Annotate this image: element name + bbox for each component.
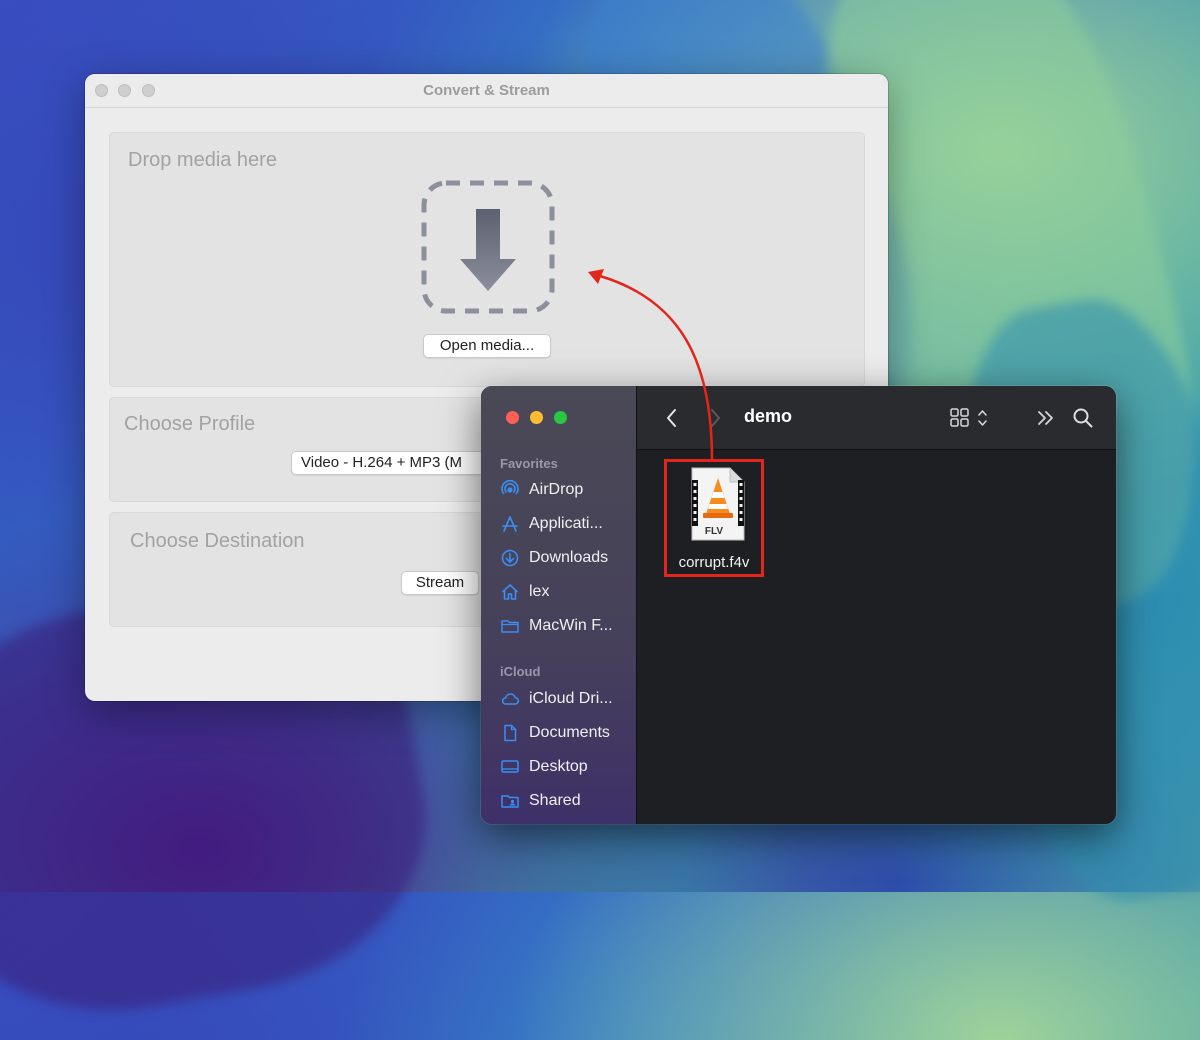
home-icon bbox=[500, 582, 520, 602]
chevron-right-icon bbox=[711, 409, 720, 427]
finder-sidebar: Favorites AirDrop Applicati... Downloads… bbox=[481, 386, 637, 824]
downloads-icon bbox=[500, 548, 520, 568]
airdrop-icon bbox=[500, 480, 520, 500]
title-bar: Convert & Stream bbox=[85, 74, 888, 108]
forward-button[interactable] bbox=[705, 406, 725, 430]
back-button[interactable] bbox=[662, 406, 682, 430]
sidebar-item-label: MacWin F... bbox=[529, 617, 613, 634]
search-icon bbox=[1073, 408, 1093, 428]
sidebar-item-lex[interactable]: lex bbox=[500, 579, 630, 605]
file-type-badge: FLV bbox=[704, 526, 724, 537]
sidebar-item-label: lex bbox=[529, 583, 550, 600]
sidebar-item-documents[interactable]: Documents bbox=[500, 720, 630, 746]
search-button[interactable] bbox=[1069, 404, 1097, 432]
open-media-button[interactable]: Open media... bbox=[423, 334, 551, 358]
sidebar-item-label: Desktop bbox=[529, 758, 588, 775]
sidebar-item-label: Documents bbox=[529, 724, 610, 741]
zoom-button[interactable] bbox=[554, 411, 567, 424]
close-button[interactable] bbox=[506, 411, 519, 424]
finder-window: Favorites AirDrop Applicati... Downloads… bbox=[481, 386, 1116, 824]
destination-panel-title: Choose Destination bbox=[130, 530, 305, 552]
sidebar-item-label: AirDrop bbox=[529, 481, 584, 498]
document-icon bbox=[500, 723, 520, 743]
sidebar-item-airdrop[interactable]: AirDrop bbox=[500, 477, 630, 503]
applications-icon bbox=[500, 514, 520, 534]
sidebar-item-label: Applicati... bbox=[529, 515, 603, 532]
file-item-corrupt-f4v[interactable]: FLV corrupt.f4v bbox=[664, 459, 764, 577]
drop-media-panel[interactable]: Drop media here Open media... bbox=[109, 132, 865, 387]
sidebar-item-label: iCloud Dri... bbox=[529, 690, 613, 707]
double-chevron-right-icon bbox=[1038, 411, 1053, 425]
sidebar-item-downloads[interactable]: Downloads bbox=[500, 545, 630, 571]
icloud-icon bbox=[500, 689, 520, 709]
sidebar-item-macwin[interactable]: MacWin F... bbox=[500, 613, 630, 639]
profile-select[interactable]: Video - H.264 + MP3 (M bbox=[291, 451, 491, 475]
view-mode-button[interactable] bbox=[949, 404, 993, 432]
more-toolbar-button[interactable] bbox=[1033, 406, 1059, 430]
stream-button[interactable]: Stream bbox=[401, 571, 479, 595]
icloud-header: iCloud bbox=[500, 664, 541, 679]
drop-panel-title: Drop media here bbox=[128, 149, 277, 171]
shared-folder-icon bbox=[500, 791, 520, 811]
sidebar-item-applications[interactable]: Applicati... bbox=[500, 511, 630, 537]
finder-toolbar: demo bbox=[637, 386, 1116, 450]
minimize-button[interactable] bbox=[530, 411, 543, 424]
file-name: corrupt.f4v bbox=[678, 554, 750, 571]
desktop-icon bbox=[500, 757, 520, 777]
grid-view-icon bbox=[950, 408, 987, 427]
finder-content: FLV corrupt.f4v bbox=[637, 450, 1116, 824]
sidebar-item-icloud-drive[interactable]: iCloud Dri... bbox=[500, 686, 630, 712]
window-title: Convert & Stream bbox=[423, 82, 550, 99]
folder-title: demo bbox=[744, 406, 793, 426]
sidebar-item-shared[interactable]: Shared bbox=[500, 788, 630, 814]
favorites-header: Favorites bbox=[500, 456, 558, 471]
profile-panel-title: Choose Profile bbox=[124, 413, 256, 435]
sidebar-item-label: Downloads bbox=[529, 549, 609, 566]
sidebar-item-desktop[interactable]: Desktop bbox=[500, 754, 630, 780]
sidebar-item-label: Shared bbox=[529, 792, 581, 809]
drop-target-arrow-icon bbox=[421, 180, 555, 314]
chevron-left-icon bbox=[667, 409, 676, 427]
folder-icon bbox=[500, 616, 520, 636]
